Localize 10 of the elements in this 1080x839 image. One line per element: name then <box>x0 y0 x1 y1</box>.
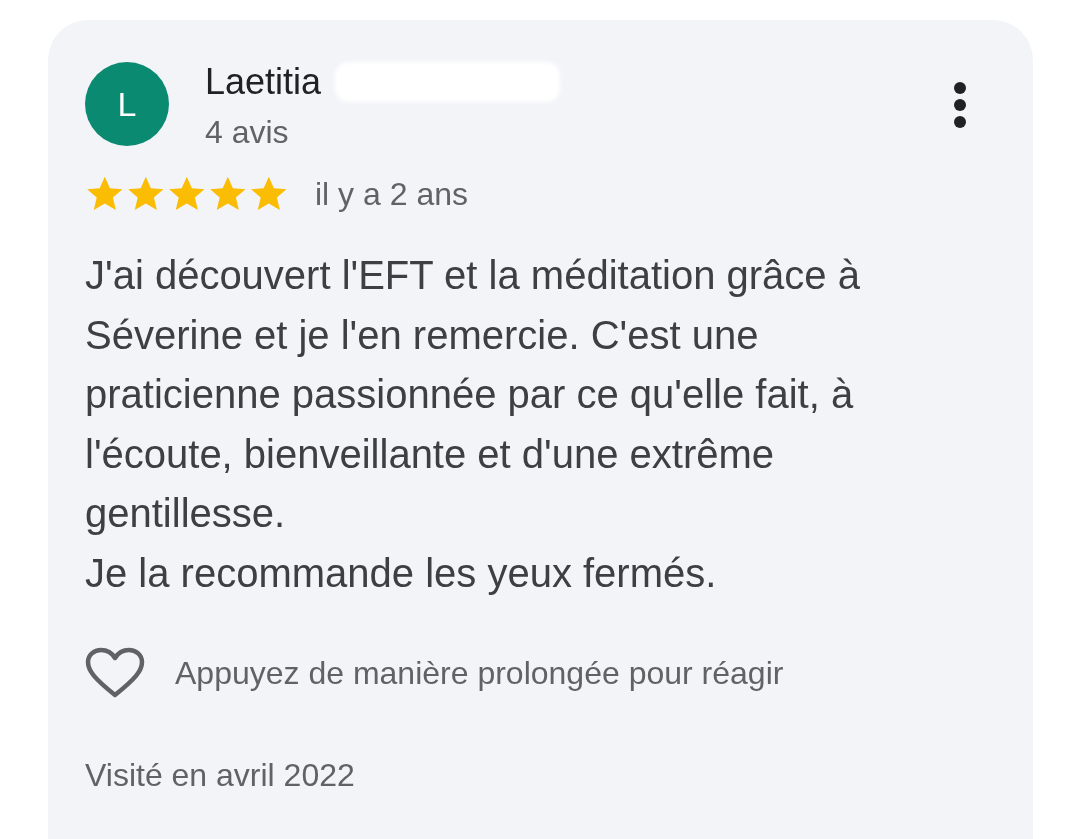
visit-date: Visité en avril 2022 <box>85 756 356 795</box>
review-text: Je la recommande les yeux fermés. <box>85 549 718 597</box>
review-text: J'ai découvert l'EFT et la méditation grâce à Séverine et je l'en remercie. C'est une praticienne passionnée par ce qu'elle fait, à l'écoute, bienveillante et d'une extrême gentillesse. <box>85 252 861 537</box>
react-hint: Appuyez de manière prolongée pour réagir <box>175 654 784 693</box>
more-options-icon[interactable] <box>953 81 967 129</box>
author-name[interactable]: Laetitia <box>205 62 322 102</box>
avatar[interactable]: L <box>85 62 169 146</box>
review-time: il y a 2 ans <box>315 175 468 214</box>
review-count: 4 avis <box>205 114 289 150</box>
heart-icon[interactable] <box>85 647 145 699</box>
